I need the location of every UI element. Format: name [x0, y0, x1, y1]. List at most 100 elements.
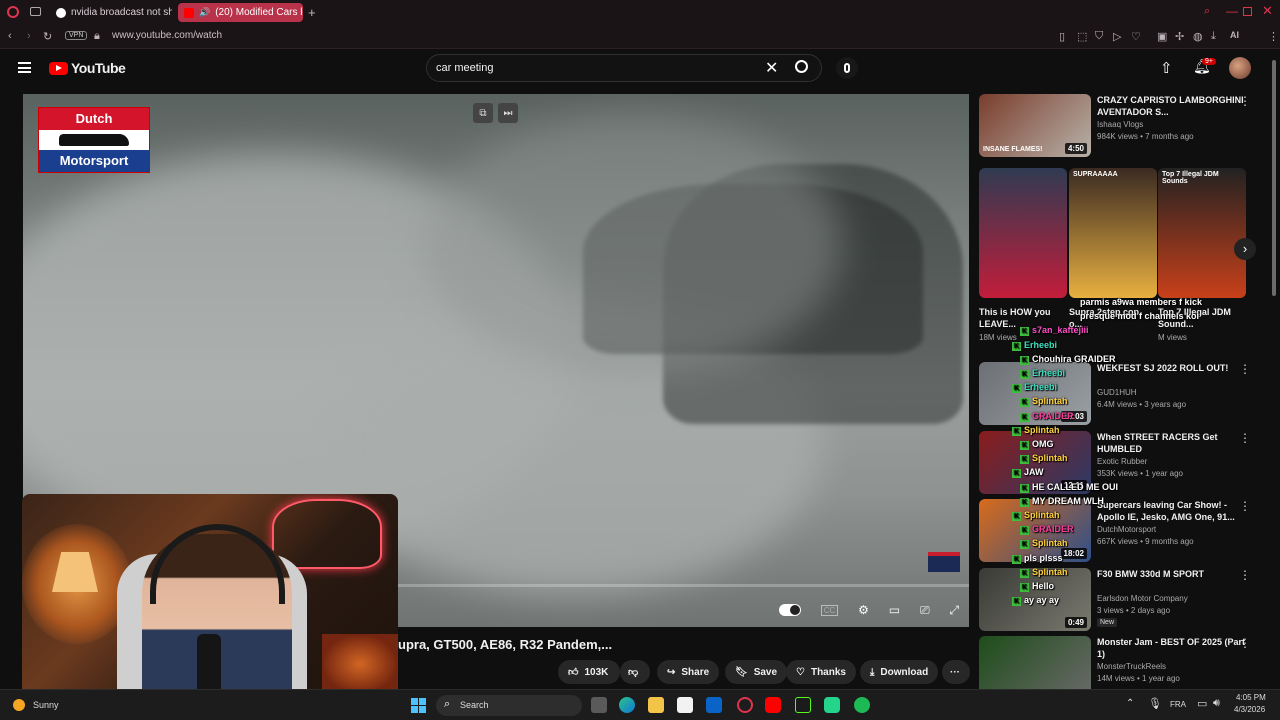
play-icon[interactable]: ▷: [1113, 30, 1121, 43]
channel-name[interactable]: MonsterTruckReels: [1097, 662, 1166, 671]
store-icon[interactable]: [677, 697, 693, 713]
more-options-icon[interactable]: ⋮: [1239, 499, 1251, 513]
tab-nvidia-broadcast[interactable]: nvidia broadcast not show: [50, 3, 172, 22]
tab-youtube[interactable]: 🔊 (20) Modified Cars lea: [178, 3, 303, 22]
create-upload-icon[interactable]: ⇧: [1160, 59, 1173, 77]
vpn-badge[interactable]: VPN: [65, 31, 88, 40]
recommended-video[interactable]: INSANE FLAMES! 4:50 CRAZY CAPRISTO LAMBORG…: [979, 94, 1269, 157]
volume-icon[interactable]: 🔊︎: [1213, 697, 1220, 710]
like-button[interactable]: 👍︎ 103K: [558, 660, 620, 684]
autoplay-toggle[interactable]: [778, 604, 801, 616]
ai-icon[interactable]: AI: [1230, 30, 1239, 40]
clear-search-icon[interactable]: ✕: [765, 58, 778, 78]
shield-icon[interactable]: ⛉: [1095, 30, 1103, 43]
new-tab-button[interactable]: +: [308, 5, 316, 20]
windows-start-icon[interactable]: [411, 698, 426, 713]
weather-label[interactable]: Sunny: [33, 700, 59, 710]
tab-label: (20) Modified Cars lea: [215, 7, 303, 18]
download-icon[interactable]: ⤓: [1211, 30, 1216, 43]
weather-sun-icon[interactable]: [13, 699, 25, 711]
save-button[interactable]: 🔖︎ Save: [725, 660, 788, 684]
more-actions-button[interactable]: ···: [942, 660, 970, 684]
puzzle-icon[interactable]: ✢: [1175, 30, 1184, 43]
lock-icon[interactable]: 🔒︎: [94, 30, 100, 43]
task-view-icon[interactable]: [591, 697, 607, 713]
profile-icon[interactable]: ◍: [1193, 30, 1203, 43]
channel-name[interactable]: Ishaaq Vlogs: [1097, 120, 1143, 129]
opera-logo-icon[interactable]: [7, 6, 19, 18]
search-tabs-icon[interactable]: ⌕: [1204, 5, 1210, 18]
heart-icon[interactable]: ♡: [1131, 30, 1141, 43]
cast-icon[interactable]: ⎚: [920, 603, 930, 618]
restore-button[interactable]: [1243, 7, 1252, 16]
video-title[interactable]: CRAZY CAPRISTO LAMBORGHINI AVENTADOR S..…: [1097, 94, 1249, 118]
miniplayer-icon[interactable]: ⧉: [473, 103, 493, 123]
close-window-button[interactable]: ✕: [1262, 3, 1273, 19]
workspace-icon[interactable]: [30, 7, 41, 16]
speaker-icon[interactable]: 🔊: [199, 7, 210, 18]
settings-gear-icon[interactable]: ⚙: [858, 603, 869, 617]
channel-name[interactable]: Exotic Rubber: [1097, 457, 1147, 466]
youtube-logo[interactable]: YouTube: [49, 60, 126, 76]
bookmark-icon[interactable]: ▯: [1059, 30, 1065, 43]
video-title[interactable]: WEKFEST SJ 2022 ROLL OUT!: [1097, 362, 1249, 374]
channel-name[interactable]: DutchMotorsport: [1097, 525, 1156, 534]
short-thumbnail[interactable]: Top 7 Illegal JDM Sounds: [1158, 168, 1246, 298]
theater-mode-icon[interactable]: ▭: [889, 603, 900, 617]
outlook-icon[interactable]: [706, 697, 722, 713]
taskbar-search-box[interactable]: ⌕ Search: [436, 695, 582, 716]
edge-browser-icon[interactable]: [619, 697, 635, 713]
clock-time[interactable]: 4:05 PM: [1236, 693, 1266, 702]
back-icon[interactable]: ‹: [8, 30, 12, 42]
video-title[interactable]: F30 BMW 330d M SPORT: [1097, 568, 1249, 580]
reload-icon[interactable]: ↻: [43, 30, 52, 43]
more-options-icon[interactable]: ⋮: [1239, 94, 1251, 108]
snapshot-icon[interactable]: ⬚: [1077, 30, 1087, 43]
tray-overflow-icon[interactable]: ⌃: [1126, 698, 1134, 709]
page-scrollbar[interactable]: [1272, 60, 1276, 296]
minimize-button[interactable]: —: [1226, 4, 1238, 18]
youtube-taskbar-icon[interactable]: [765, 697, 781, 713]
opera-gx-icon[interactable]: [737, 697, 753, 713]
download-button[interactable]: ⤓ Download: [860, 660, 939, 684]
share-button[interactable]: ↪ Share: [657, 660, 720, 684]
search-input[interactable]: car meeting: [436, 62, 493, 74]
discord-icon[interactable]: [824, 697, 840, 713]
account-avatar[interactable]: [1229, 57, 1251, 79]
more-options-icon[interactable]: ⋮: [1239, 362, 1251, 376]
forward-icon[interactable]: ›: [27, 30, 31, 42]
dislike-button[interactable]: 👎︎: [620, 660, 650, 684]
video-title[interactable]: Supercars leaving Car Show! - Apollo IE,…: [1097, 499, 1249, 523]
kick-icon[interactable]: [795, 697, 811, 713]
video-thumbnail[interactable]: INSANE FLAMES! 4:50: [979, 94, 1091, 157]
channel-name[interactable]: Earlsdon Motor Company: [1097, 594, 1188, 603]
more-options-icon[interactable]: ⋮: [1239, 636, 1251, 650]
microphone-icon[interactable]: [836, 57, 858, 79]
video-title[interactable]: Monster Jam - BEST OF 2025 (Part 1): [1097, 636, 1249, 660]
more-options-icon[interactable]: ⋮: [1239, 568, 1251, 582]
menu-icon[interactable]: ⋮: [1268, 30, 1279, 43]
extension-icon[interactable]: ▣: [1157, 30, 1167, 43]
video-title[interactable]: When STREET RACERS Get HUMBLED: [1097, 431, 1249, 455]
more-options-icon[interactable]: ⋮: [1239, 431, 1251, 445]
display-icon[interactable]: ▭: [1197, 697, 1207, 710]
clock-date[interactable]: 4/3/2026: [1234, 705, 1265, 714]
shorts-next-arrow-icon[interactable]: ›: [1234, 238, 1256, 260]
url-field[interactable]: www.youtube.com/watch: [112, 30, 222, 41]
hamburger-icon[interactable]: [18, 62, 31, 73]
spotify-icon[interactable]: [854, 697, 870, 713]
short-video[interactable]: Top 7 Illegal JDM Sounds Top 7 Illegal JD…: [1158, 168, 1246, 353]
thanks-button[interactable]: ♡ Thanks: [786, 660, 856, 684]
search-icon[interactable]: [795, 60, 808, 73]
search-box[interactable]: car meeting ✕: [426, 54, 822, 82]
file-explorer-icon[interactable]: [648, 697, 664, 713]
skip-icon[interactable]: ⏭: [498, 103, 518, 123]
short-thumbnail[interactable]: SUPRAAAAA: [1069, 168, 1157, 298]
short-thumbnail[interactable]: [979, 168, 1067, 298]
channel-name[interactable]: GUD1HUH: [1097, 388, 1137, 397]
language-indicator[interactable]: FRA: [1170, 700, 1186, 709]
tray-mic-icon[interactable]: 🎙︎: [1148, 697, 1162, 710]
chat-text: OMG: [1032, 439, 1054, 449]
fullscreen-icon[interactable]: ⤢: [949, 603, 959, 618]
captions-icon[interactable]: CC: [820, 604, 839, 616]
